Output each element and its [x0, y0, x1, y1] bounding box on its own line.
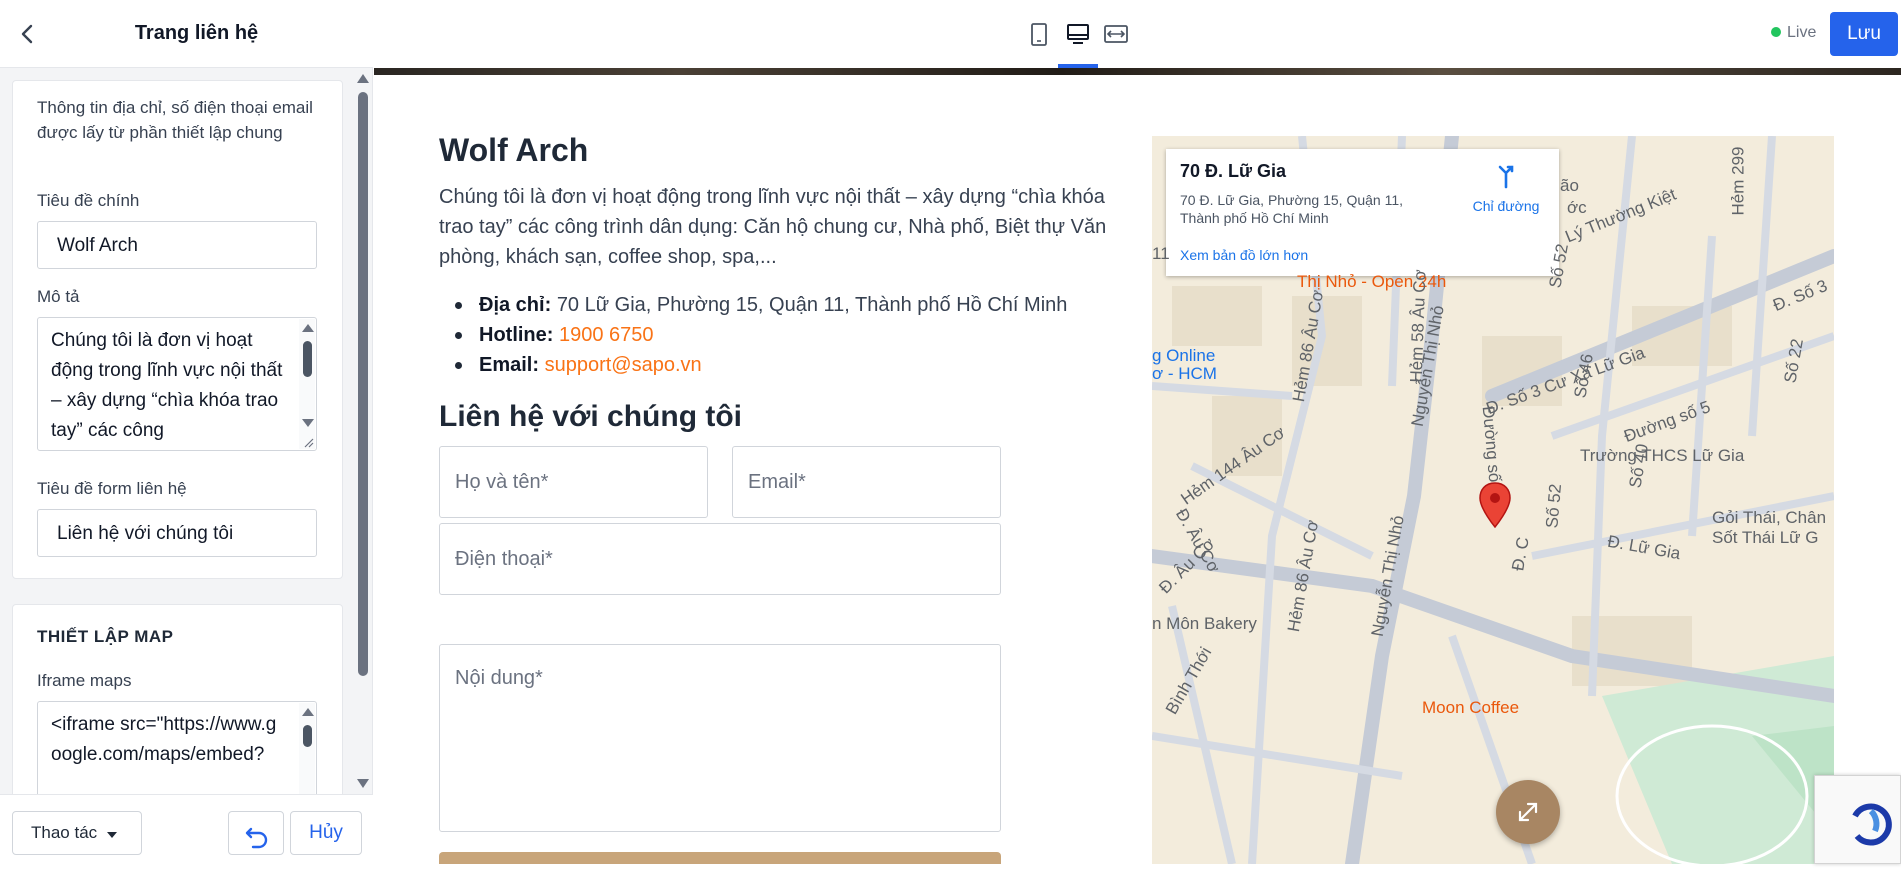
map-settings-card: THIẾT LẬP MAP Iframe maps <iframe src="h… — [12, 604, 343, 794]
place-name: 70 Đ. Lữ Gia — [1180, 161, 1287, 181]
actions-label: Thao tác — [31, 823, 98, 842]
map-label: n Môn Bakery — [1152, 614, 1257, 633]
undo-button[interactable] — [228, 811, 284, 855]
iframe-scrollbar[interactable] — [299, 703, 315, 794]
settings-sidebar: Trang liên hệ Thông tin địa chỉ, số điện… — [0, 0, 373, 864]
map-label: Gỏi Thái, Chân — [1712, 508, 1827, 527]
description-label: Mô tả — [37, 287, 80, 306]
map-label: Trường THCS Lữ Gia — [1580, 446, 1745, 465]
map-label: Sốt Thái Lữ G — [1712, 528, 1819, 547]
map-label: ơ - HCM — [1152, 364, 1217, 383]
email-input[interactable]: Email* — [732, 446, 1001, 518]
map-label: Số 52 — [1542, 482, 1566, 529]
description-textarea[interactable]: Chúng tôi là đơn vị hoạt động trong lĩnh… — [37, 317, 317, 451]
address-item: Địa chỉ: 70 Lữ Gia, Phường 15, Quận 11, … — [439, 290, 1129, 320]
undo-icon — [245, 827, 268, 849]
live-status: Live — [1771, 24, 1816, 42]
back-arrow-icon[interactable] — [14, 20, 42, 48]
map-label: g Online — [1152, 346, 1216, 365]
iframe-text: <iframe src="https://www.google.com/maps… — [51, 714, 277, 765]
caret-down-icon — [107, 832, 117, 838]
iframe-textarea[interactable]: <iframe src="https://www.google.com/maps… — [37, 701, 317, 794]
expand-map-button[interactable] — [1496, 780, 1560, 844]
form-title-label: Tiêu đề form liên hệ — [37, 479, 187, 498]
phone-input[interactable]: Điện thoại* — [439, 523, 1001, 595]
fullwidth-view-icon[interactable] — [1100, 18, 1132, 50]
iframe-label: Iframe maps — [37, 671, 132, 690]
name-input[interactable]: Họ và tên* — [439, 446, 708, 518]
hotline-link[interactable]: 1900 6750 — [559, 324, 654, 346]
email-item: Email: support@sapo.vn — [439, 350, 1129, 380]
map-label: ớc — [1567, 198, 1587, 217]
live-label: Live — [1787, 24, 1817, 41]
page-description: Chúng tôi là đơn vị hoạt động trong lĩnh… — [439, 186, 1107, 268]
place-address: 70 Đ. Lữ Gia, Phường 15, Quận 11, Thành … — [1180, 192, 1404, 226]
map-section-title: THIẾT LẬP MAP — [37, 627, 174, 646]
resize-handle-icon[interactable] — [302, 436, 314, 448]
sidebar-scroll-area: Thông tin địa chỉ, số điện thoại email đ… — [0, 68, 373, 794]
recaptcha-badge — [1814, 775, 1901, 864]
sidebar-scrollbar[interactable] — [356, 72, 370, 792]
hero-image-strip — [374, 68, 1901, 75]
preview-toolbar — [374, 0, 1901, 68]
description-scrollbar[interactable] — [299, 319, 315, 449]
recaptcha-icon — [1852, 803, 1892, 846]
map-label: 11 — [1152, 244, 1170, 263]
main-title-input[interactable]: Wolf Arch — [37, 221, 317, 269]
main-title-label: Tiêu đề chính — [37, 191, 140, 210]
sidebar-title: Trang liên hệ — [134, 22, 259, 44]
content-textarea[interactable]: Nội dung* — [439, 644, 1001, 832]
directions-label: Chỉ đường — [1472, 198, 1540, 214]
actions-dropdown[interactable]: Thao tác — [12, 811, 142, 855]
sidebar-header: Trang liên hệ — [0, 0, 373, 68]
location-pin-icon[interactable] — [1477, 481, 1513, 529]
page-title: Wolf Arch — [439, 132, 589, 168]
live-dot-icon — [1771, 27, 1781, 37]
info-note: Thông tin địa chỉ, số điện thoại email đ… — [37, 98, 313, 142]
description-text: Chúng tôi là đơn vị hoạt động trong lĩnh… — [51, 330, 283, 441]
directions-button[interactable]: Chỉ đường — [1451, 161, 1561, 214]
hotline-item: Hotline: 1900 6750 — [439, 320, 1129, 350]
email-link[interactable]: support@sapo.vn — [545, 354, 702, 376]
directions-icon — [1498, 165, 1514, 189]
sidebar-footer: Thao tác Hủy — [0, 794, 373, 864]
larger-map-link[interactable]: Xem bản đồ lớn hơn — [1180, 247, 1308, 263]
contact-info-list: Địa chỉ: 70 Lữ Gia, Phường 15, Quận 11, … — [439, 290, 1129, 380]
google-map[interactable]: 70 Đ. Lữ Gia 70 Đ. Lữ Gia, Phường 15, Qu… — [1152, 136, 1834, 864]
expand-icon — [1518, 802, 1538, 822]
form-heading: Liên hệ với chúng tôi — [439, 400, 743, 433]
map-label: ão — [1560, 176, 1579, 195]
form-title-input[interactable]: Liên hệ với chúng tôi — [37, 509, 317, 557]
cancel-button[interactable]: Hủy — [290, 811, 362, 855]
submit-button[interactable] — [439, 852, 1001, 864]
mobile-view-icon[interactable] — [1022, 18, 1054, 50]
map-label: Hẻm 299 — [1728, 146, 1748, 216]
save-button[interactable]: Lưu — [1830, 12, 1898, 56]
desktop-view-icon[interactable] — [1062, 18, 1094, 50]
contact-settings-card: Thông tin địa chỉ, số điện thoại email đ… — [12, 80, 343, 579]
map-place-card: 70 Đ. Lữ Gia 70 Đ. Lữ Gia, Phường 15, Qu… — [1166, 149, 1559, 276]
map-label: Moon Coffee — [1422, 698, 1520, 717]
